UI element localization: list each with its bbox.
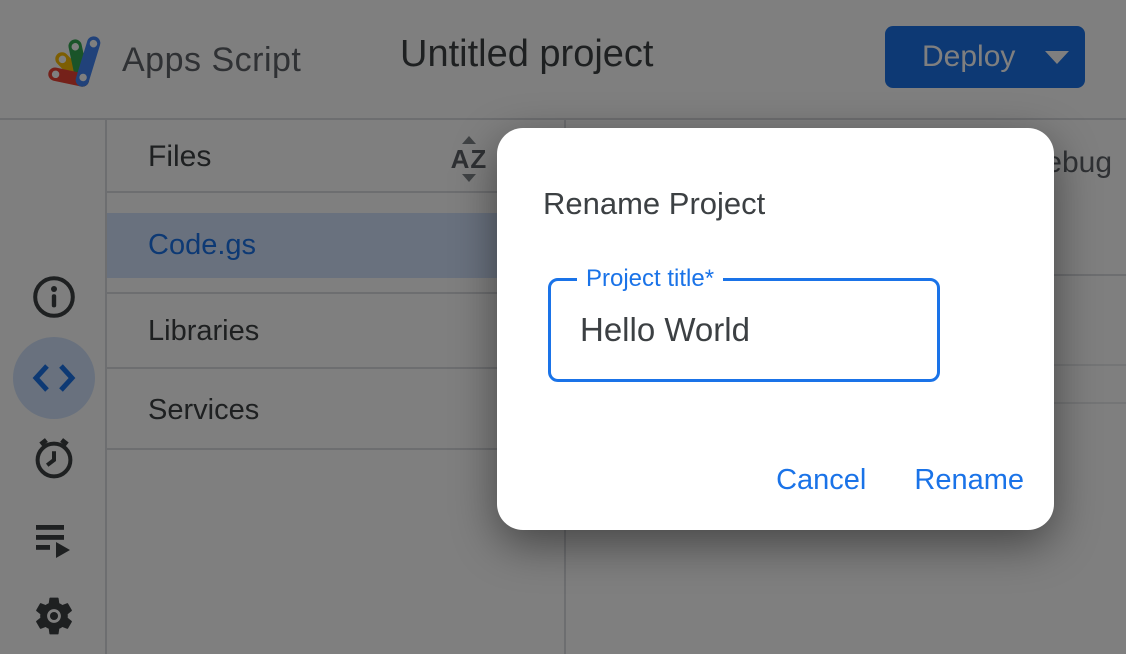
cancel-button[interactable]: Cancel [776,464,866,497]
project-title-field: Project title* [548,278,940,382]
rename-project-dialog: Rename Project Project title* Cancel Ren… [497,128,1054,530]
project-title-input[interactable] [551,281,937,379]
apps-script-window: Apps Script Untitled project Deploy [0,0,1126,654]
dialog-actions: Cancel Rename [776,458,1024,502]
dialog-title: Rename Project [543,186,765,222]
rename-button[interactable]: Rename [914,464,1024,497]
